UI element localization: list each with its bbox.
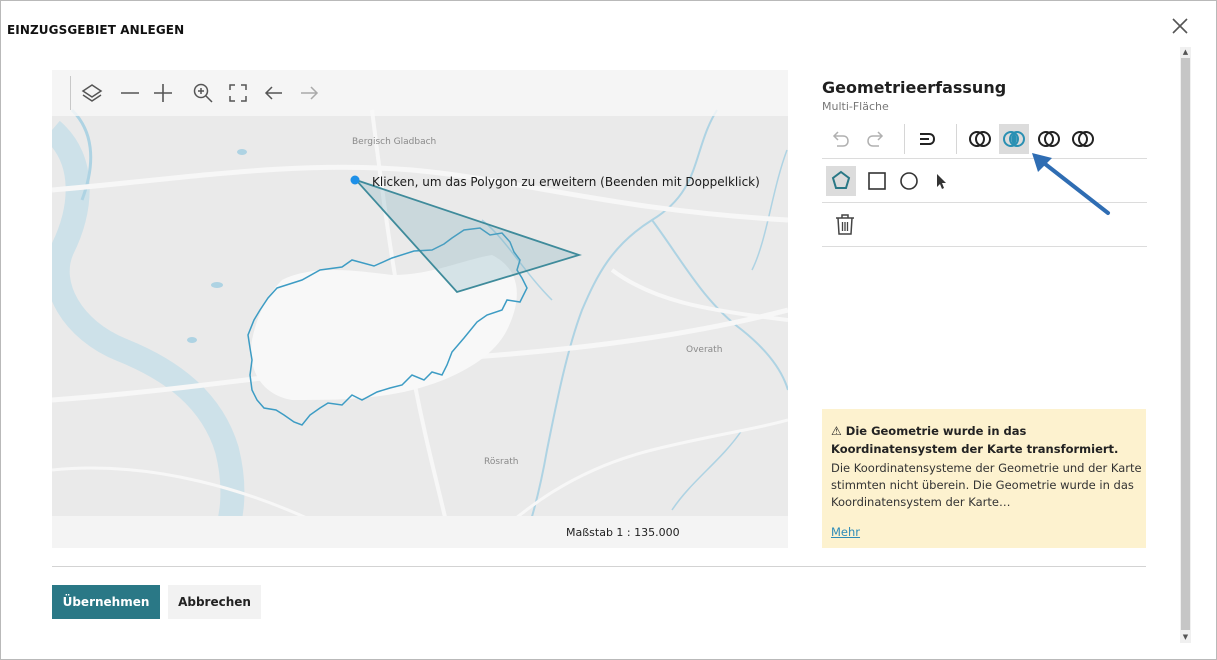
forward-arrow-icon[interactable] (296, 80, 322, 106)
intersect-button[interactable] (999, 124, 1029, 154)
apply-button[interactable]: Übernehmen (52, 585, 160, 619)
dialog-title: EINZUGSGEBIET ANLEGEN (7, 23, 185, 37)
footer-divider (52, 566, 1146, 567)
zoom-in-icon[interactable] (150, 80, 176, 106)
panel-subtitle: Multi-Fläche (822, 100, 889, 113)
panel-divider (822, 246, 1147, 247)
panel-title: Geometrieerfassung (822, 78, 1007, 97)
warning-more-link[interactable]: Mehr (831, 525, 860, 539)
layers-icon[interactable] (79, 80, 105, 106)
warning-title-text: Die Geometrie wurde in das Koordinatensy… (831, 424, 1119, 456)
place-label-rosrath: Rösrath (484, 457, 519, 467)
toolbar-separator (70, 76, 71, 110)
back-arrow-icon[interactable] (261, 80, 287, 106)
polygon-icon (831, 170, 851, 189)
scroll-up-icon[interactable]: ▲ (1180, 47, 1191, 58)
polygon-button[interactable] (826, 166, 856, 196)
annotation-arrow-icon (1032, 153, 1110, 215)
union-icon[interactable] (965, 124, 995, 154)
panel-separator (904, 124, 905, 154)
panel-separator (956, 124, 957, 154)
close-icon[interactable] (1168, 14, 1192, 38)
fullscreen-icon[interactable] (225, 80, 251, 106)
place-label-bergisch: Bergisch Gladbach (352, 137, 437, 147)
scrollbar-thumb[interactable] (1181, 58, 1190, 630)
warning-icon: ⚠ (831, 424, 842, 438)
cancel-button[interactable]: Abbrechen (168, 585, 261, 619)
redo-icon[interactable] (860, 124, 890, 154)
zoom-area-icon[interactable] (190, 80, 216, 106)
place-label-overath: Overath (686, 345, 723, 355)
undo-icon[interactable] (826, 124, 856, 154)
warning-title: ⚠ Die Geometrie wurde in das Koordinaten… (831, 422, 1141, 458)
zoom-out-icon[interactable] (117, 80, 143, 106)
warning-body: Die Koordinatensysteme der Geometrie und… (831, 461, 1142, 509)
scale-text: Maßstab 1 : 135.000 (566, 526, 680, 539)
draw-hint: Klicken, um das Polygon zu erweitern (Be… (372, 175, 760, 189)
rectangle-icon[interactable] (862, 166, 892, 196)
trash-icon[interactable] (830, 210, 860, 240)
circle-icon[interactable] (894, 166, 924, 196)
reshape-icon[interactable] (912, 124, 942, 154)
sketch-vertex[interactable] (350, 175, 360, 185)
select-pointer-icon[interactable] (926, 166, 956, 196)
intersect-icon (1003, 131, 1025, 147)
scroll-down-icon[interactable]: ▼ (1180, 632, 1191, 643)
